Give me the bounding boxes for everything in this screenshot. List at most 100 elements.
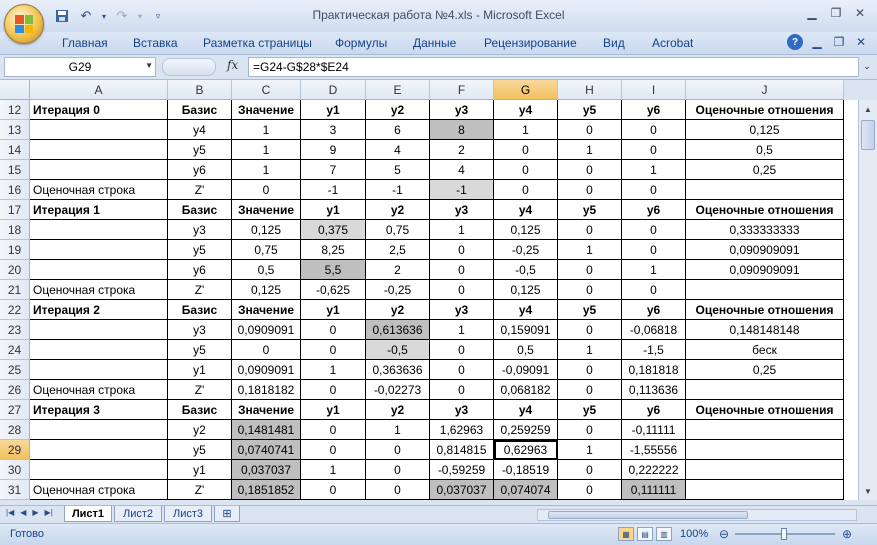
cell-f17[interactable]: y3 — [430, 200, 494, 220]
redo-icon[interactable]: ↷ — [112, 6, 132, 26]
tab-view[interactable]: Вид — [603, 36, 652, 50]
cell-g14[interactable]: 0 — [494, 140, 558, 160]
row-header-24[interactable]: 24 — [0, 340, 30, 360]
cell-c19[interactable]: 0,75 — [232, 240, 301, 260]
column-header-c[interactable]: C — [232, 80, 301, 100]
cell-j12[interactable]: Оценочные отношения — [686, 100, 844, 120]
cell-f23[interactable]: 1 — [430, 320, 494, 340]
cell-e13[interactable]: 6 — [366, 120, 430, 140]
cell-c12[interactable]: Значение — [232, 100, 301, 120]
row-header-21[interactable]: 21 — [0, 280, 30, 300]
cell-g21[interactable]: 0,125 — [494, 280, 558, 300]
cell-a12[interactable]: Итерация 0 — [30, 100, 168, 120]
cell-g27[interactable]: y4 — [494, 400, 558, 420]
cell-f20[interactable]: 0 — [430, 260, 494, 280]
scroll-up-icon[interactable]: ▲ — [861, 102, 875, 116]
cell-g25[interactable]: -0,09091 — [494, 360, 558, 380]
row-header-31[interactable]: 31 — [0, 480, 30, 500]
cell-j13[interactable]: 0,125 — [686, 120, 844, 140]
cell-i23[interactable]: -0,06818 — [622, 320, 686, 340]
cell-e12[interactable]: y2 — [366, 100, 430, 120]
cell-d17[interactable]: y1 — [301, 200, 366, 220]
cell-i19[interactable]: 0 — [622, 240, 686, 260]
cell-g28[interactable]: 0,259259 — [494, 420, 558, 440]
cell-h18[interactable]: 0 — [558, 220, 622, 240]
cell-f16[interactable]: -1 — [430, 180, 494, 200]
cell-f15[interactable]: 4 — [430, 160, 494, 180]
row-header-25[interactable]: 25 — [0, 360, 30, 380]
cell-f18[interactable]: 1 — [430, 220, 494, 240]
row-header-13[interactable]: 13 — [0, 120, 30, 140]
cell-h12[interactable]: y5 — [558, 100, 622, 120]
cell-e18[interactable]: 0,75 — [366, 220, 430, 240]
undo-icon[interactable]: ↶ — [76, 6, 96, 26]
cell-j15[interactable]: 0,25 — [686, 160, 844, 180]
cell-d28[interactable]: 0 — [301, 420, 366, 440]
cell-c14[interactable]: 1 — [232, 140, 301, 160]
cell-b15[interactable]: y6 — [168, 160, 232, 180]
tab-insert[interactable]: Вставка — [133, 36, 203, 50]
cell-b30[interactable]: y1 — [168, 460, 232, 480]
expand-formula-bar-icon[interactable]: ⌄ — [861, 58, 873, 74]
cell-b25[interactable]: y1 — [168, 360, 232, 380]
cell-e14[interactable]: 4 — [366, 140, 430, 160]
row-header-17[interactable]: 17 — [0, 200, 30, 220]
redo-dropdown-icon[interactable]: ▾ — [136, 6, 144, 26]
cell-c13[interactable]: 1 — [232, 120, 301, 140]
cell-g23[interactable]: 0,159091 — [494, 320, 558, 340]
cell-i26[interactable]: 0,113636 — [622, 380, 686, 400]
help-icon[interactable]: ? — [787, 34, 803, 50]
cell-d23[interactable]: 0 — [301, 320, 366, 340]
vertical-scroll-thumb[interactable] — [861, 120, 875, 150]
insert-function-icon[interactable]: fx — [227, 58, 238, 72]
row-header-22[interactable]: 22 — [0, 300, 30, 320]
cell-j18[interactable]: 0,333333333 — [686, 220, 844, 240]
tab-page-layout[interactable]: Разметка страницы — [203, 36, 335, 50]
cell-b17[interactable]: Базис — [168, 200, 232, 220]
cell-c17[interactable]: Значение — [232, 200, 301, 220]
column-header-h[interactable]: H — [558, 80, 622, 100]
cell-e29[interactable]: 0 — [366, 440, 430, 460]
cell-d26[interactable]: 0 — [301, 380, 366, 400]
cell-d27[interactable]: y1 — [301, 400, 366, 420]
cell-a31[interactable]: Оценочная строка — [30, 480, 168, 500]
cell-g20[interactable]: -0,5 — [494, 260, 558, 280]
sheet-tab-1[interactable]: Лист1 — [64, 506, 112, 522]
cell-c30[interactable]: 0,037037 — [232, 460, 301, 480]
cell-b26[interactable]: Z' — [168, 380, 232, 400]
cell-b18[interactable]: y3 — [168, 220, 232, 240]
cell-d31[interactable]: 0 — [301, 480, 366, 500]
cell-a26[interactable]: Оценочная строка — [30, 380, 168, 400]
zoom-slider-thumb[interactable] — [781, 528, 787, 540]
cell-e27[interactable]: y2 — [366, 400, 430, 420]
cell-h19[interactable]: 1 — [558, 240, 622, 260]
cell-d19[interactable]: 8,25 — [301, 240, 366, 260]
page-break-view-icon[interactable]: ▥ — [656, 527, 672, 541]
cell-i29[interactable]: -1,55556 — [622, 440, 686, 460]
cell-f30[interactable]: -0,59259 — [430, 460, 494, 480]
cell-j23[interactable]: 0,148148148 — [686, 320, 844, 340]
cell-i13[interactable]: 0 — [622, 120, 686, 140]
cell-e21[interactable]: -0,25 — [366, 280, 430, 300]
cell-b16[interactable]: Z' — [168, 180, 232, 200]
cell-j26[interactable] — [686, 380, 844, 400]
cell-f26[interactable]: 0 — [430, 380, 494, 400]
cell-d13[interactable]: 3 — [301, 120, 366, 140]
cell-g19[interactable]: -0,25 — [494, 240, 558, 260]
cell-f25[interactable]: 0 — [430, 360, 494, 380]
cell-h22[interactable]: y5 — [558, 300, 622, 320]
row-header-20[interactable]: 20 — [0, 260, 30, 280]
cell-j24[interactable]: беск — [686, 340, 844, 360]
sheet-tab-3[interactable]: Лист3 — [164, 506, 212, 522]
cell-d22[interactable]: y1 — [301, 300, 366, 320]
close-icon[interactable]: ✕ — [849, 4, 871, 22]
cell-i27[interactable]: y6 — [622, 400, 686, 420]
workbook-restore-icon[interactable]: ❐ — [831, 34, 847, 50]
select-all-corner[interactable] — [0, 80, 30, 100]
tab-data[interactable]: Данные — [413, 36, 484, 50]
cell-e30[interactable]: 0 — [366, 460, 430, 480]
cell-b13[interactable]: y4 — [168, 120, 232, 140]
cell-d12[interactable]: y1 — [301, 100, 366, 120]
row-header-15[interactable]: 15 — [0, 160, 30, 180]
tab-formulas[interactable]: Формулы — [335, 36, 413, 50]
